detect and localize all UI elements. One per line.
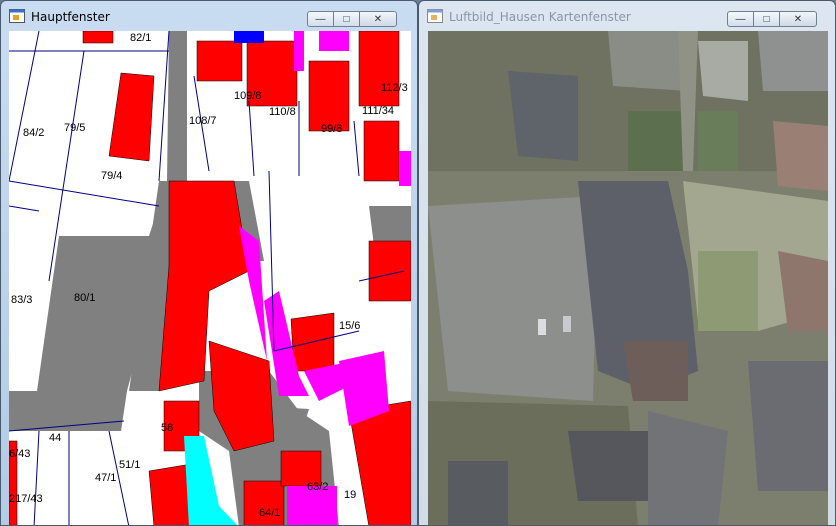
svg-text:79/5: 79/5 xyxy=(64,122,85,134)
blue-building xyxy=(234,31,264,43)
close-icon: ✕ xyxy=(793,13,803,25)
svg-text:47/1: 47/1 xyxy=(95,472,116,484)
svg-text:109/8: 109/8 xyxy=(234,90,262,102)
svg-text:84/2: 84/2 xyxy=(23,127,44,139)
svg-text:58: 58 xyxy=(161,422,173,434)
svg-text:82/1: 82/1 xyxy=(130,32,151,44)
svg-text:99/8: 99/8 xyxy=(321,123,342,135)
svg-text:63/2: 63/2 xyxy=(307,481,328,493)
svg-text:6/43: 6/43 xyxy=(9,448,30,460)
close-icon: ✕ xyxy=(373,13,383,25)
main-window-titlebar[interactable]: Hauptfenster — □ ✕ xyxy=(1,1,417,31)
aerial-window: Luftbild_Hausen Kartenfenster — □ ✕ xyxy=(418,0,836,526)
maximize-icon: □ xyxy=(763,13,770,25)
maximize-button[interactable]: □ xyxy=(333,11,360,27)
svg-text:79/4: 79/4 xyxy=(101,170,122,182)
main-window-title: Hauptfenster xyxy=(31,10,110,24)
svg-text:83/3: 83/3 xyxy=(11,294,32,306)
svg-text:51/1: 51/1 xyxy=(119,459,140,471)
aerial-photo-map[interactable] xyxy=(428,31,828,525)
app-icon xyxy=(9,9,25,23)
aerial-window-titlebar[interactable]: Luftbild_Hausen Kartenfenster — □ ✕ xyxy=(419,1,835,31)
svg-text:111/34: 111/34 xyxy=(362,105,394,117)
svg-text:64/1: 64/1 xyxy=(259,507,280,519)
minimize-icon: — xyxy=(315,13,326,25)
svg-text:110/8: 110/8 xyxy=(269,106,296,118)
main-window: Hauptfenster — □ ✕ 82/1 84/2 79/5 108/7 … xyxy=(0,0,418,526)
minimize-button[interactable]: — xyxy=(307,11,334,27)
maximize-icon: □ xyxy=(343,13,350,25)
close-button[interactable]: ✕ xyxy=(359,11,397,27)
svg-text:15/6: 15/6 xyxy=(339,320,360,332)
svg-text:217/43: 217/43 xyxy=(9,493,43,505)
cadastral-map[interactable]: 82/1 84/2 79/5 108/7 109/8 110/8 99/8 11… xyxy=(9,31,411,525)
minimize-button[interactable]: — xyxy=(727,11,754,27)
aerial-window-title: Luftbild_Hausen Kartenfenster xyxy=(449,10,631,24)
svg-text:108/7: 108/7 xyxy=(189,115,217,127)
svg-text:112/3: 112/3 xyxy=(381,82,408,94)
aerial-imagery xyxy=(428,31,828,525)
svg-text:19: 19 xyxy=(344,489,356,501)
minimize-icon: — xyxy=(735,13,746,25)
svg-text:44: 44 xyxy=(49,432,61,444)
close-button[interactable]: ✕ xyxy=(779,11,817,27)
svg-text:80/1: 80/1 xyxy=(74,292,95,304)
app-icon xyxy=(427,9,443,23)
maximize-button[interactable]: □ xyxy=(753,11,780,27)
